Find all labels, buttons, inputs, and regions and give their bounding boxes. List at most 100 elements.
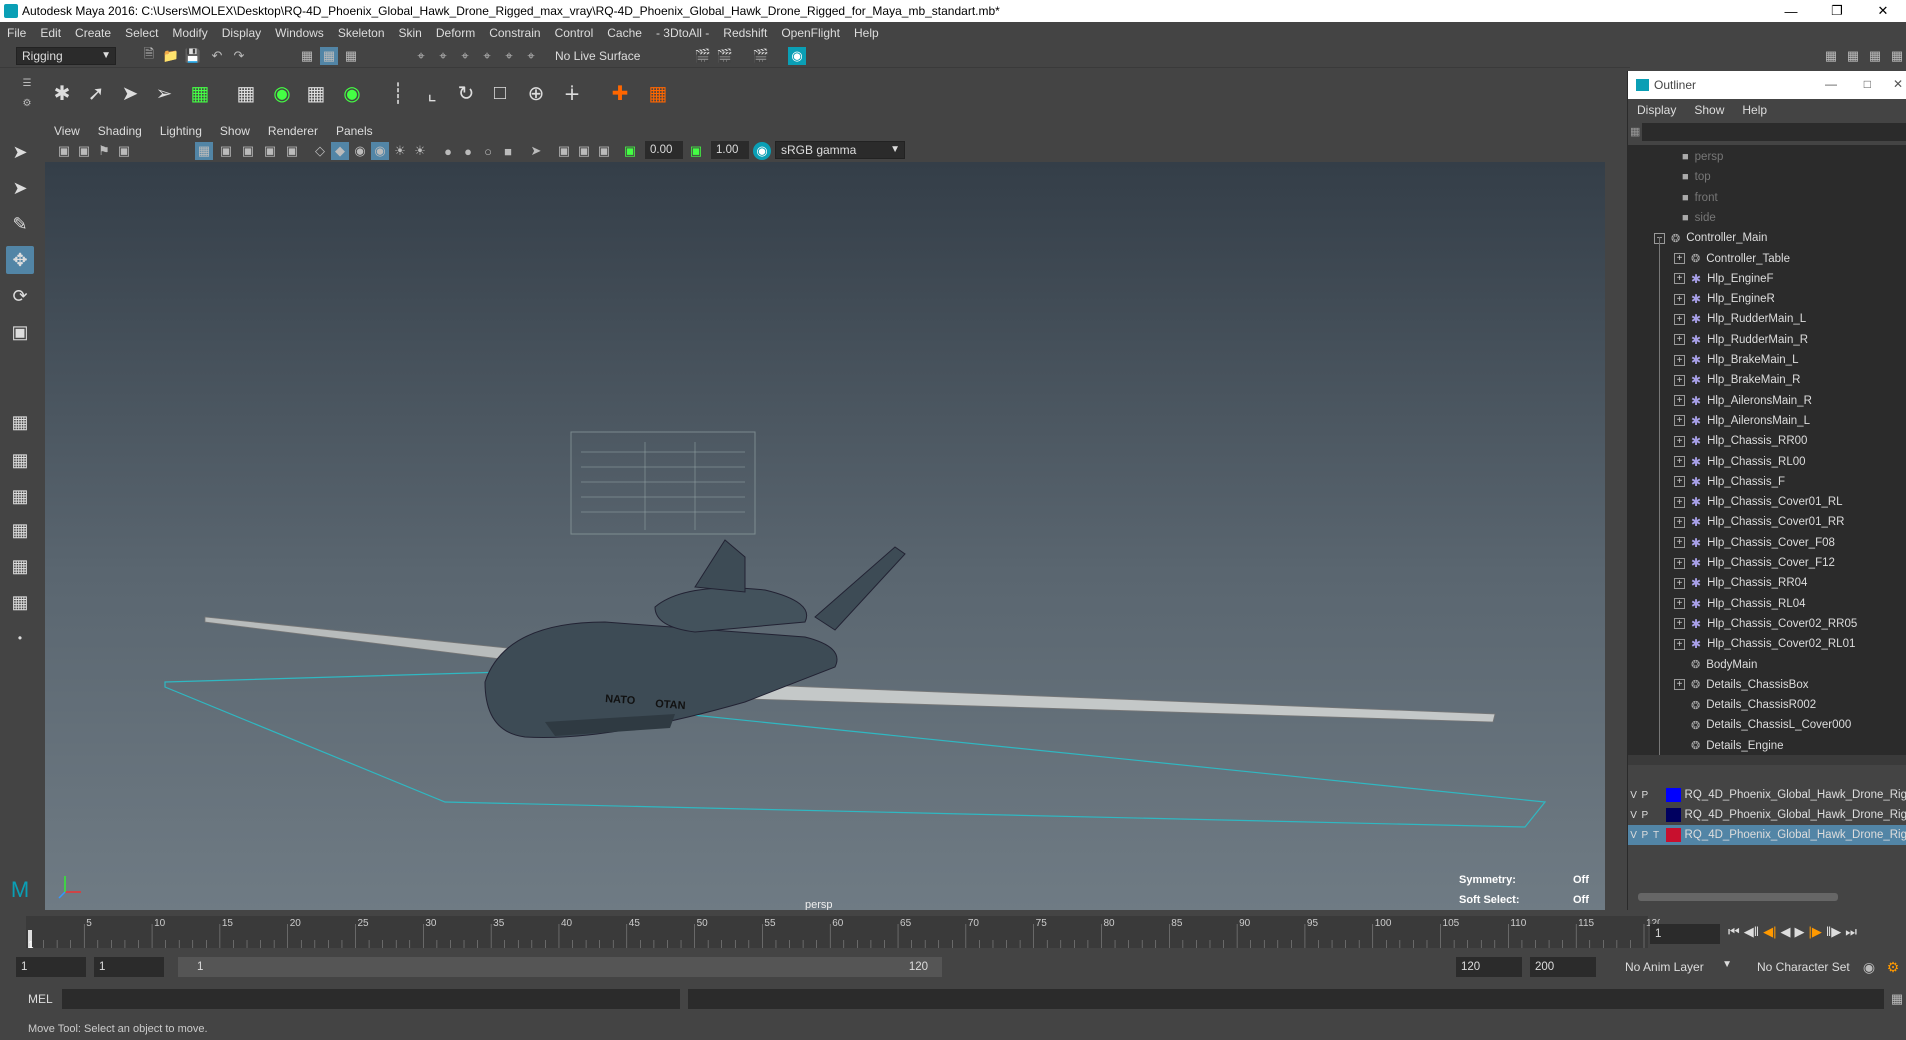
redo-icon[interactable]: ↷ (230, 47, 248, 65)
expand-icon[interactable]: + (1674, 354, 1685, 366)
expand-icon[interactable]: + (1674, 415, 1685, 427)
menu-deform[interactable]: Deform (429, 26, 482, 40)
view-transform-dropdown[interactable]: sRGB gamma ▼ (775, 141, 905, 159)
time-slider[interactable]: 5 10 15 20 25 30 35 40 45 50 55 60 65 70 75 80 85 90 95 100… (0, 910, 1906, 952)
restore-icon[interactable]: ❐ (1814, 0, 1860, 22)
outliner-item[interactable]: + ✱ Hlp_EngineR (1674, 289, 1775, 309)
step-back-key-icon[interactable]: ◀| (1763, 924, 1776, 940)
smooth-shade-icon[interactable]: ◆ (331, 142, 349, 160)
save-scene-icon[interactable]: 💾 (184, 47, 202, 65)
resolution-gate-icon[interactable]: ▣ (239, 142, 257, 160)
expand-icon[interactable]: + (1674, 476, 1685, 488)
snap-surface-icon[interactable]: ⌖ (500, 47, 518, 65)
outliner-item[interactable]: ❂ Details_ChassisR002 (1674, 695, 1816, 715)
expand-icon[interactable]: + (1674, 374, 1685, 386)
persp-graph-icon[interactable]: ▦ (6, 516, 34, 544)
wrap-icon[interactable]: ◉ (338, 78, 366, 108)
outliner-item[interactable]: + ✱ Hlp_Chassis_RL04 (1674, 594, 1806, 614)
filter-icon[interactable]: ▦ (1630, 125, 1640, 138)
expand-icon[interactable]: + (1674, 395, 1685, 407)
expand-icon[interactable]: + (1674, 435, 1685, 447)
outliner-search-input[interactable] (1642, 123, 1906, 141)
xray-active-icon[interactable]: ▣ (575, 142, 593, 160)
ambient-occlusion-icon[interactable]: ● (439, 142, 457, 160)
expand-icon[interactable]: + (1674, 598, 1685, 610)
tool-settings-icon[interactable]: ▦ (1888, 47, 1906, 65)
shadows-icon[interactable]: ☀ (411, 142, 429, 160)
camera-select-icon[interactable]: ▣ (55, 142, 73, 160)
expand-icon[interactable]: + (1674, 516, 1685, 528)
scale-tool-icon[interactable]: ▣ (6, 318, 34, 346)
go-to-start-icon[interactable]: ⏮ (1728, 924, 1740, 940)
ik-handle-icon[interactable]: ➚ (82, 78, 110, 108)
gamma-icon[interactable]: ▣ (687, 142, 705, 160)
bookmark-icon[interactable]: ⚑ (95, 142, 113, 160)
auto-key-icon[interactable]: ◉ (1860, 958, 1878, 976)
point-constraint-icon[interactable]: ┊ (384, 78, 412, 108)
play-backwards-icon[interactable]: ◀ (1780, 924, 1790, 940)
outliner-item[interactable]: + ✱ Hlp_Chassis_Cover01_RR (1674, 512, 1844, 532)
viewport-menu-renderer[interactable]: Renderer (259, 124, 327, 138)
locator-icon[interactable]: ✚ (606, 78, 634, 108)
isolate-select-icon[interactable]: ➤ (527, 142, 545, 160)
outliner-item[interactable]: + ✱ Hlp_Chassis_RR00 (1674, 431, 1807, 451)
wireframe-icon[interactable]: ◇ (311, 142, 329, 160)
render-settings-icon[interactable]: 🎬 (752, 47, 770, 65)
display-layer-row[interactable]: V P T RQ_4D_Phoenix_Global_Hawk_Drone_Rig (1628, 825, 1906, 845)
outliner-camera-front[interactable]: ■ front (1682, 188, 1718, 208)
multisample-icon[interactable]: ○ (479, 142, 497, 160)
anim-prefs-icon[interactable]: ⚙ (1884, 958, 1902, 976)
controller-table[interactable] (570, 431, 756, 535)
camera-attrs-icon[interactable]: ▣ (75, 142, 93, 160)
outliner-menu-help[interactable]: Help (1733, 103, 1776, 117)
select-component-icon[interactable]: ▦ (342, 47, 360, 65)
playback-end-field[interactable]: 120 (1456, 957, 1522, 977)
layer-visibility-toggle[interactable]: V (1628, 810, 1639, 821)
exposure-icon[interactable]: ▣ (621, 142, 639, 160)
outliner-item[interactable]: ❂ BodyMain (1674, 655, 1757, 675)
menu-select[interactable]: Select (118, 26, 165, 40)
grid-toggle-icon[interactable]: ▦ (195, 142, 213, 160)
expand-icon[interactable]: + (1674, 293, 1685, 305)
lasso-tool-icon[interactable]: ➤ (6, 174, 34, 202)
command-input[interactable] (62, 989, 680, 1009)
ipr-render-icon[interactable]: 🎬 (716, 47, 734, 65)
outliner-item[interactable]: + ❂ Controller_Table (1674, 249, 1790, 269)
select-object-icon[interactable]: ▦ (320, 47, 338, 65)
textured-icon[interactable]: ◉ (351, 142, 369, 160)
layer-color-swatch[interactable] (1665, 788, 1681, 802)
channel-box-icon[interactable]: ▦ (1844, 47, 1862, 65)
expand-icon[interactable]: + (1674, 456, 1685, 467)
menu-set-dropdown[interactable]: Rigging ▼ (16, 47, 116, 65)
open-scene-icon[interactable]: 📁 (162, 47, 180, 65)
live-surface-field[interactable]: No Live Surface (550, 47, 654, 65)
menu-windows[interactable]: Windows (268, 26, 331, 40)
color-management-icon[interactable]: ◉ (753, 142, 771, 160)
cluster-icon[interactable]: ◉ (268, 78, 296, 108)
step-back-frame-icon[interactable]: ◀‖ (1744, 924, 1759, 940)
new-scene-icon[interactable]: 🗎 (140, 46, 158, 65)
outliner-item[interactable]: + ✱ Hlp_AileronsMain_L (1674, 411, 1810, 431)
viewport-menu-panels[interactable]: Panels (327, 124, 382, 138)
scale-constraint-icon[interactable]: □ (486, 78, 514, 108)
drone-model[interactable]: NATO OTAN (204, 539, 1496, 739)
menu-skeleton[interactable]: Skeleton (331, 26, 392, 40)
select-hierarchy-icon[interactable]: ▦ (298, 47, 316, 65)
menu-constrain[interactable]: Constrain (482, 26, 547, 40)
image-plane-icon[interactable]: ▣ (115, 142, 133, 160)
display-layer-row[interactable]: V P RQ_4D_Phoenix_Global_Hawk_Drone_Rig (1628, 805, 1906, 825)
pole-vector-icon[interactable]: ∔ (558, 78, 586, 108)
four-view-icon[interactable]: ▦ (6, 446, 34, 474)
set-driven-key-icon[interactable]: ▦ (644, 78, 672, 108)
outliner-item[interactable]: + ✱ Hlp_RudderMain_R (1674, 330, 1808, 350)
outliner-camera-persp[interactable]: ■ persp (1682, 147, 1723, 167)
outliner-item[interactable]: + ✱ Hlp_Chassis_RL00 (1674, 452, 1806, 472)
render-frame-icon[interactable]: 🎬 (694, 47, 712, 65)
minimize-icon[interactable]: — (1768, 0, 1814, 22)
expand-icon[interactable]: + (1674, 638, 1685, 650)
outliner-hscrollbar[interactable] (1628, 755, 1906, 765)
snap-view-icon[interactable]: ⌖ (478, 47, 496, 65)
attribute-editor-icon[interactable]: ▦ (1866, 47, 1884, 65)
outliner-maximize-icon[interactable]: □ (1864, 77, 1871, 91)
character-set-dropdown[interactable]: No Character Set (1752, 957, 1868, 977)
